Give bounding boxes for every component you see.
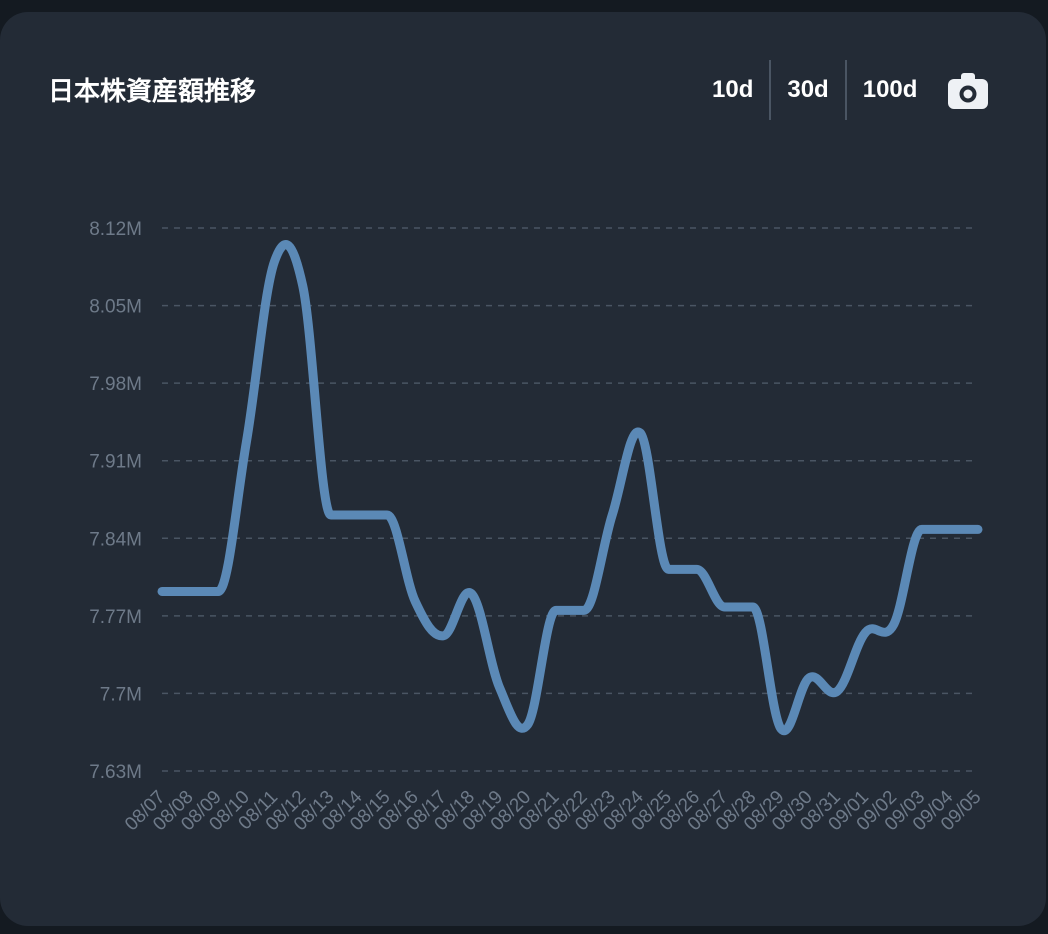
grid-lines: [162, 227, 978, 772]
y-axis-ticks: 7.63M 7.7M 7.77M 7.84M 7.91M 7.98M 8.05M 8.12M: [89, 219, 142, 783]
y-tick-label: 8.12M: [89, 219, 142, 240]
y-tick-label: 7.63M: [89, 762, 142, 783]
y-tick-label: 7.91M: [89, 452, 142, 473]
y-tick-label: 7.77M: [89, 607, 142, 628]
chart-card: 日本株資産額推移 10d 30d 100d 7.63M 7.7M 7.77M 7.84…: [0, 12, 1046, 926]
y-tick-label: 7.98M: [89, 374, 142, 395]
y-tick-label: 7.84M: [89, 529, 142, 550]
x-axis-ticks: 08/0708/0808/0908/1008/1108/1208/1308/14…: [121, 786, 985, 835]
series-line: [157, 240, 983, 736]
y-tick-label: 8.05M: [89, 297, 142, 318]
line-chart: 7.63M7.7M7.77M7.84M7.91M7.98M8.05M8.12M …: [89, 219, 985, 835]
y-tick-label: 7.7M: [100, 684, 142, 705]
